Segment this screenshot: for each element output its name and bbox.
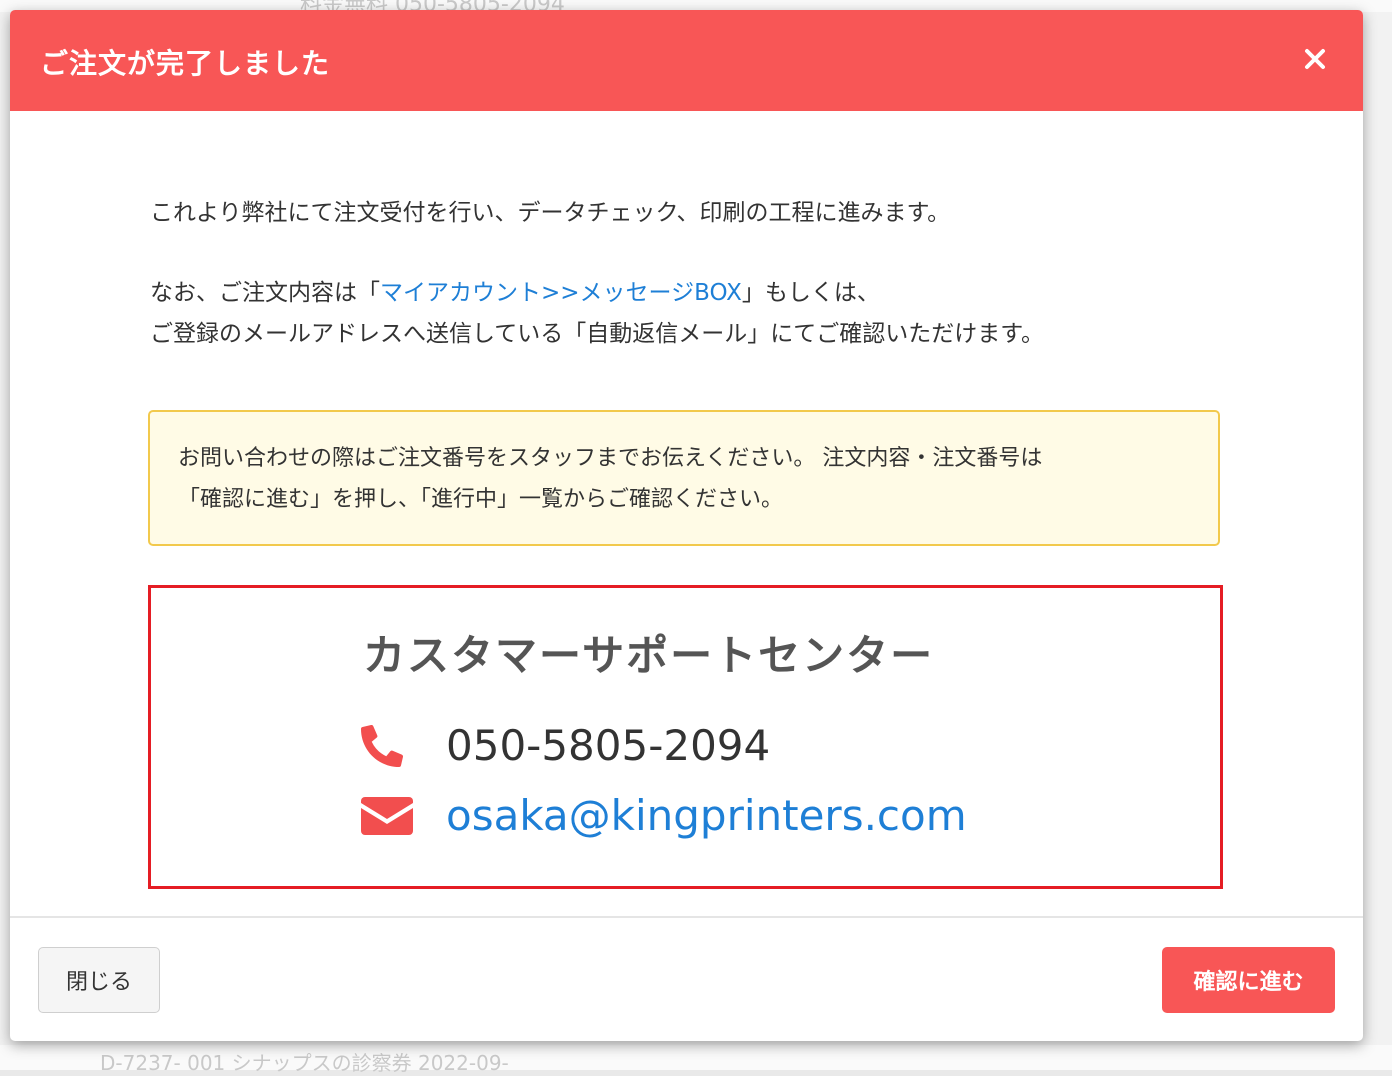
my-account-message-box-link[interactable]: マイアカウント>>メッセージBOX [380, 280, 742, 306]
modal-title: ご注文が完了しました [40, 47, 331, 80]
footer-divider [10, 916, 1363, 918]
close-button[interactable] [1293, 37, 1337, 81]
support-phone-row: 050-5805-2094 [361, 721, 770, 770]
customer-support-box: カスタマーサポートセンター 050-5805-2094 osaka@kingpr… [148, 585, 1223, 889]
background-bottom-text: D-7237- 001 シナップスの診察券 2022-09- [100, 1051, 509, 1075]
modal-header: ご注文が完了しました [10, 10, 1363, 111]
envelope-icon [361, 794, 416, 838]
close-modal-button[interactable]: 閉じる [38, 947, 160, 1013]
phone-icon [361, 724, 416, 768]
message-line-2-suffix: 」もしくは、 [741, 280, 880, 306]
close-icon [1305, 49, 1325, 69]
support-email-link[interactable]: osaka@kingprinters.com [446, 791, 967, 840]
proceed-to-confirm-button[interactable]: 確認に進む [1162, 947, 1335, 1013]
support-phone-number[interactable]: 050-5805-2094 [446, 721, 770, 770]
order-complete-modal: ご注文が完了しました これより弊社にて注文受付を行い、データチェック、印刷の工程… [10, 10, 1363, 1041]
support-email-row: osaka@kingprinters.com [361, 791, 967, 840]
message-line-3: ご登録のメールアドレスへ送信している「自動返信メール」にてご確認いただけます。 [150, 321, 1045, 347]
message-line-2-prefix: なお、ご注文内容は「 [150, 280, 380, 306]
message-line-1: これより弊社にて注文受付を行い、データチェック、印刷の工程に進みます。 [150, 200, 951, 226]
notice-box: お問い合わせの際はご注文番号をスタッフまでお伝えください。 注文内容・注文番号は… [148, 410, 1220, 546]
message-line-2: なお、ご注文内容は「マイアカウント>>メッセージBOX」もしくは、 [150, 273, 880, 314]
background-table-strip: D-7237- 001 シナップスの診察券 2022-09- [0, 1045, 1392, 1075]
notice-line-1: お問い合わせの際はご注文番号をスタッフまでお伝えください。 注文内容・注文番号は [178, 446, 1043, 471]
notice-line-2: 「確認に進む」を押し、「進行中」一覧からご確認ください。 [178, 487, 784, 512]
support-title: カスタマーサポートセンター [363, 631, 935, 680]
